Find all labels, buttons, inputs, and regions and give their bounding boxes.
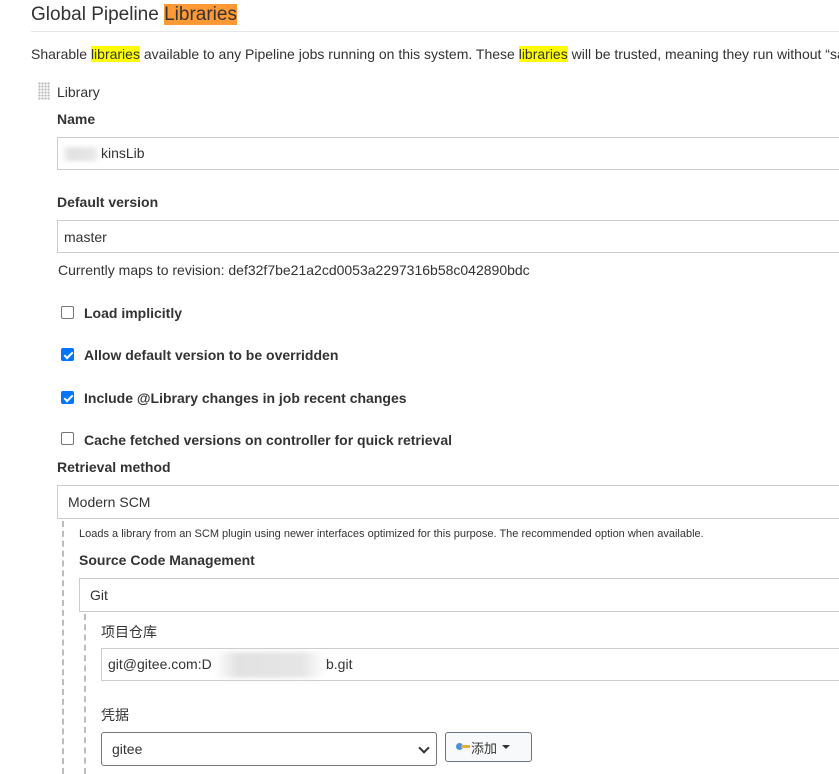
retrieval-method-value: Modern SCM xyxy=(68,494,151,510)
key-icon xyxy=(456,743,470,751)
section-description: Sharable libraries available to any Pipe… xyxy=(31,46,839,62)
redacted-region xyxy=(61,147,101,161)
cache-versions-checkbox[interactable] xyxy=(61,432,74,445)
default-version-label: Default version xyxy=(57,194,159,210)
description-highlight: libraries xyxy=(518,46,568,62)
revision-text: Currently maps to revision: def32f7be21a… xyxy=(58,262,530,278)
page-title: Global Pipeline Libraries xyxy=(31,4,237,26)
scm-value: Git xyxy=(90,587,108,603)
repo-field-wrapper: git@gitee.com:D b.git xyxy=(101,648,839,681)
credentials-value: gitee xyxy=(112,741,143,757)
retrieval-method-label: Retrieval method xyxy=(57,459,171,475)
include-changes-checkbox[interactable] xyxy=(61,391,74,404)
retrieval-note: Loads a library from an SCM plugin using… xyxy=(79,528,704,540)
retrieval-method-select[interactable]: Modern SCM xyxy=(57,485,839,519)
page-title-highlight: Libraries xyxy=(164,4,237,25)
name-field[interactable] xyxy=(57,137,839,170)
default-version-field[interactable] xyxy=(57,220,839,253)
name-field-wrapper: kinsLib xyxy=(57,137,839,170)
add-credentials-button[interactable]: 添加 xyxy=(445,732,532,762)
include-changes-label: Include @Library changes in job recent c… xyxy=(84,390,407,406)
load-implicitly-label: Load implicitly xyxy=(84,305,183,321)
add-button-label: 添加 xyxy=(471,740,498,756)
title-divider xyxy=(31,31,839,32)
page-title-prefix: Global Pipeline xyxy=(31,4,165,25)
credentials-select[interactable]: gitee xyxy=(101,732,437,766)
drag-handle-icon[interactable] xyxy=(38,82,50,100)
library-header-label: Library xyxy=(57,84,100,100)
scm-section-border xyxy=(84,614,86,774)
description-text: available to any Pipeline jobs running o… xyxy=(139,46,519,62)
description-text: Sharable xyxy=(31,46,91,62)
credentials-label: 凭据 xyxy=(101,707,129,723)
description-text: will be trusted, meaning they run withou… xyxy=(567,46,839,62)
repo-label: 项目仓库 xyxy=(101,624,157,640)
redacted-region xyxy=(215,652,325,678)
name-label: Name xyxy=(57,111,96,127)
allow-override-checkbox[interactable] xyxy=(61,348,74,361)
scm-label: Source Code Management xyxy=(79,552,255,568)
caret-down-icon xyxy=(502,745,511,749)
retrieval-section-border xyxy=(62,521,64,774)
scm-select[interactable]: Git xyxy=(79,578,839,612)
load-implicitly-checkbox[interactable] xyxy=(61,306,74,319)
repo-value-suffix: b.git xyxy=(326,656,353,672)
cache-versions-label: Cache fetched versions on controller for… xyxy=(84,432,452,448)
chevron-down-icon xyxy=(418,742,430,754)
description-highlight: libraries xyxy=(90,46,140,62)
name-value: kinsLib xyxy=(101,145,145,161)
allow-override-label: Allow default version to be overridden xyxy=(84,347,339,363)
repo-value-prefix: git@gitee.com:D xyxy=(108,656,212,672)
